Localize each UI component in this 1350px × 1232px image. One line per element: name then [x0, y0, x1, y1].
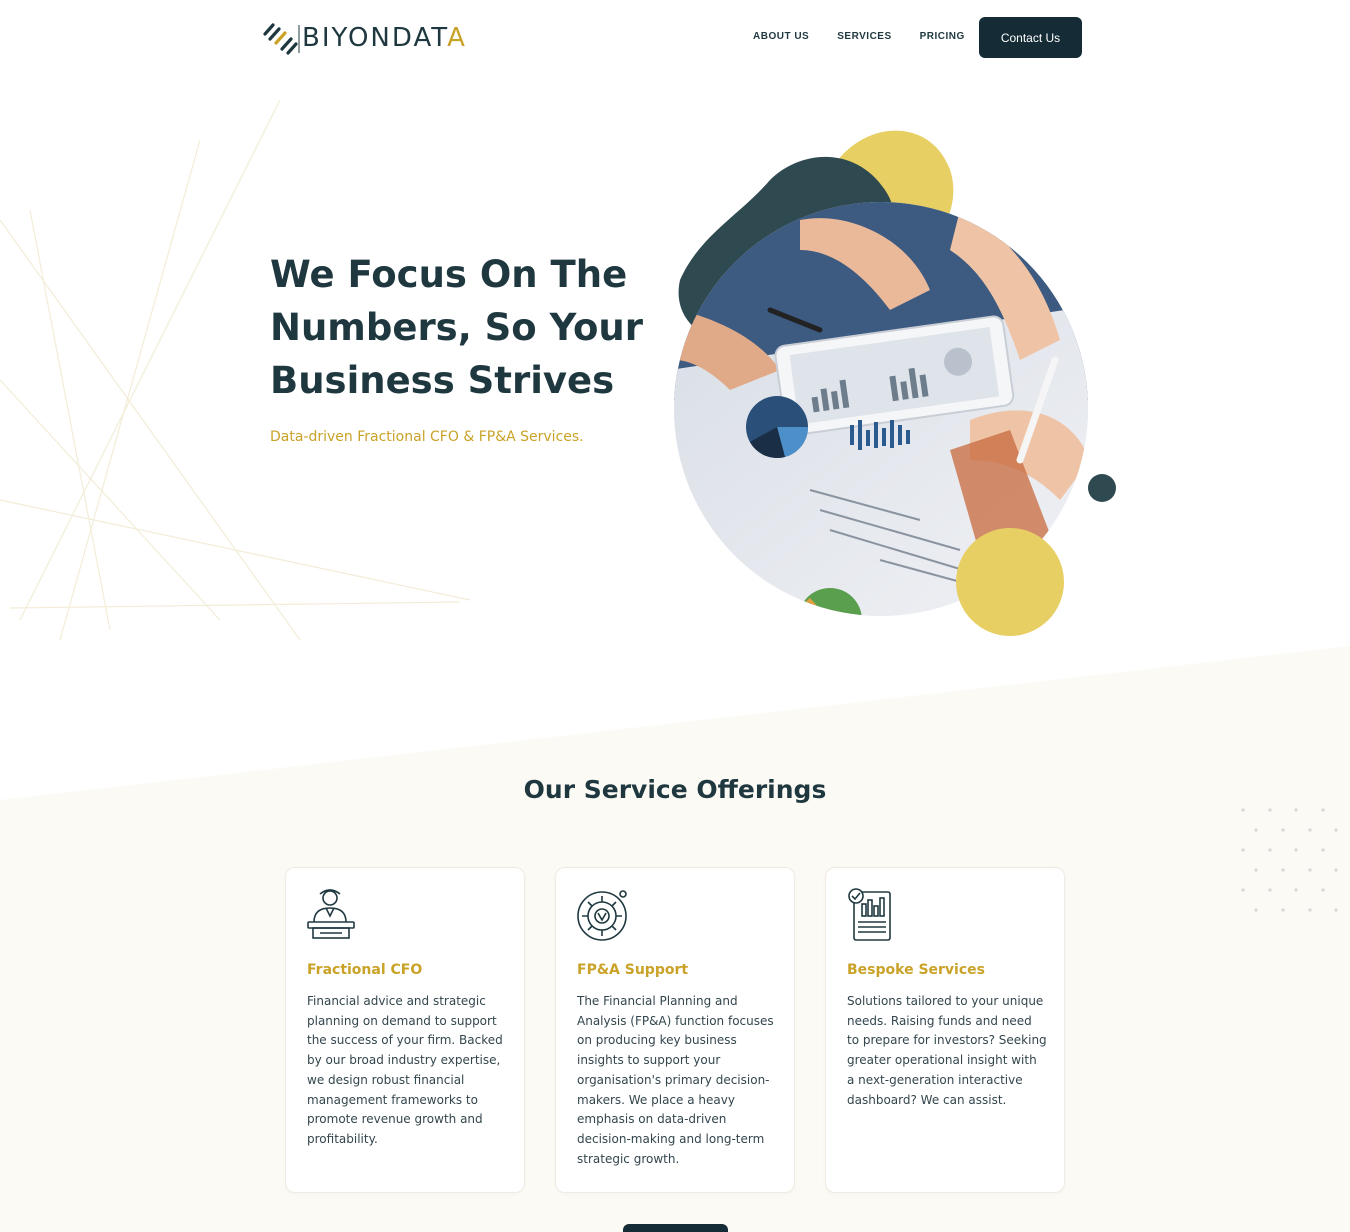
- card-title: Fractional CFO: [307, 962, 423, 978]
- offerings-heading-text: Our Service Offerings: [523, 775, 827, 804]
- offerings-heading: Our Service Offerings: [0, 775, 1350, 804]
- hero-title-line-1: We Focus On The: [270, 253, 628, 296]
- hero-illustration: [674, 130, 1116, 636]
- site-header: BIYONDATA ABOUT US SERVICES PRICING Cont…: [0, 0, 1350, 76]
- service-card-fpa-support: FP&A Support The Financial Planning and …: [555, 867, 795, 1193]
- hero-title-line-3: Business Strives: [270, 354, 615, 407]
- service-card-fractional-cfo: Fractional CFO Financial advice and stra…: [285, 867, 525, 1193]
- service-card-bespoke-services: Bespoke Services Solutions tailored to y…: [825, 867, 1065, 1193]
- logo-text: BIYONDATA: [302, 23, 467, 53]
- card-description: The Financial Planning and Analysis (FP&…: [577, 994, 774, 1166]
- card-title: Bespoke Services: [847, 962, 985, 978]
- logo-mark-icon: [263, 23, 300, 55]
- nav-pricing[interactable]: PRICING: [920, 31, 965, 42]
- dot-grid-decoration: [1241, 808, 1338, 912]
- logo[interactable]: BIYONDATA: [262, 18, 467, 58]
- hero-subtitle: Data-driven Fractional CFO & FP&A Servic…: [270, 429, 584, 445]
- nav-services[interactable]: SERVICES: [837, 31, 891, 42]
- report-icon: [848, 888, 891, 941]
- presenter-icon: [307, 889, 355, 939]
- bottom-cta-button[interactable]: [623, 1224, 728, 1232]
- main-nav: ABOUT US SERVICES PRICING: [753, 31, 965, 42]
- contact-us-button[interactable]: Contact Us: [979, 17, 1082, 58]
- gear-icon: [577, 890, 627, 941]
- hero-title: We Focus On The Numbers, So Your Busines…: [270, 248, 670, 407]
- card-description: Financial advice and strategic planning …: [307, 994, 503, 1146]
- nav-about-us[interactable]: ABOUT US: [753, 31, 809, 42]
- hero-title-line-2: Numbers, So Your: [270, 306, 643, 349]
- card-title: FP&A Support: [577, 962, 689, 978]
- card-description: Solutions tailored to your unique needs.…: [847, 994, 1047, 1107]
